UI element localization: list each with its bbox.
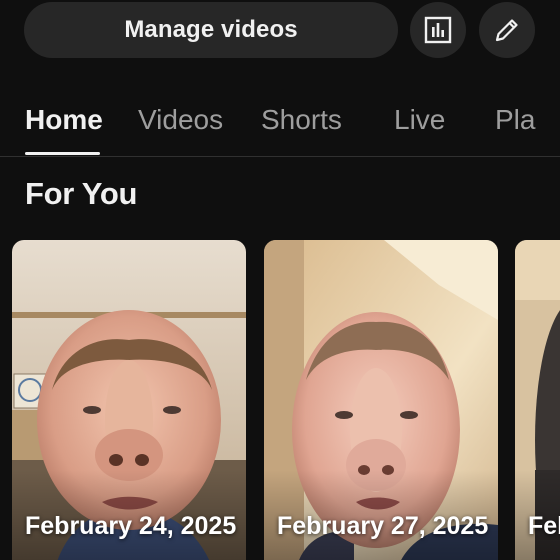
card-date: February 24, 2025 <box>25 512 237 540</box>
analytics-button[interactable] <box>410 2 466 58</box>
active-tab-indicator <box>25 152 100 155</box>
action-row: Manage videos <box>24 2 560 58</box>
manage-videos-button[interactable]: Manage videos <box>24 2 398 58</box>
bar-chart-icon <box>424 16 452 44</box>
channel-tabs: Home Videos Shorts Live Pla <box>0 90 560 157</box>
channel-screen: Manage videos Home Videos Shorts Live Pl… <box>0 0 560 560</box>
card-date: Feb <box>528 512 560 540</box>
pencil-icon <box>495 19 518 42</box>
short-card[interactable]: February 24, 2025 <box>12 240 246 560</box>
tab-live[interactable]: Live <box>394 104 445 136</box>
short-card[interactable]: Feb <box>515 240 560 560</box>
short-card[interactable]: February 27, 2025 <box>264 240 498 560</box>
tab-home[interactable]: Home <box>25 104 103 136</box>
section-title: For You <box>25 176 138 211</box>
card-date: February 27, 2025 <box>277 512 489 540</box>
tab-playlists[interactable]: Pla <box>495 104 535 136</box>
edit-button[interactable] <box>479 2 535 58</box>
tab-shorts[interactable]: Shorts <box>261 104 342 136</box>
tab-videos[interactable]: Videos <box>138 104 223 136</box>
manage-videos-label: Manage videos <box>124 16 298 43</box>
